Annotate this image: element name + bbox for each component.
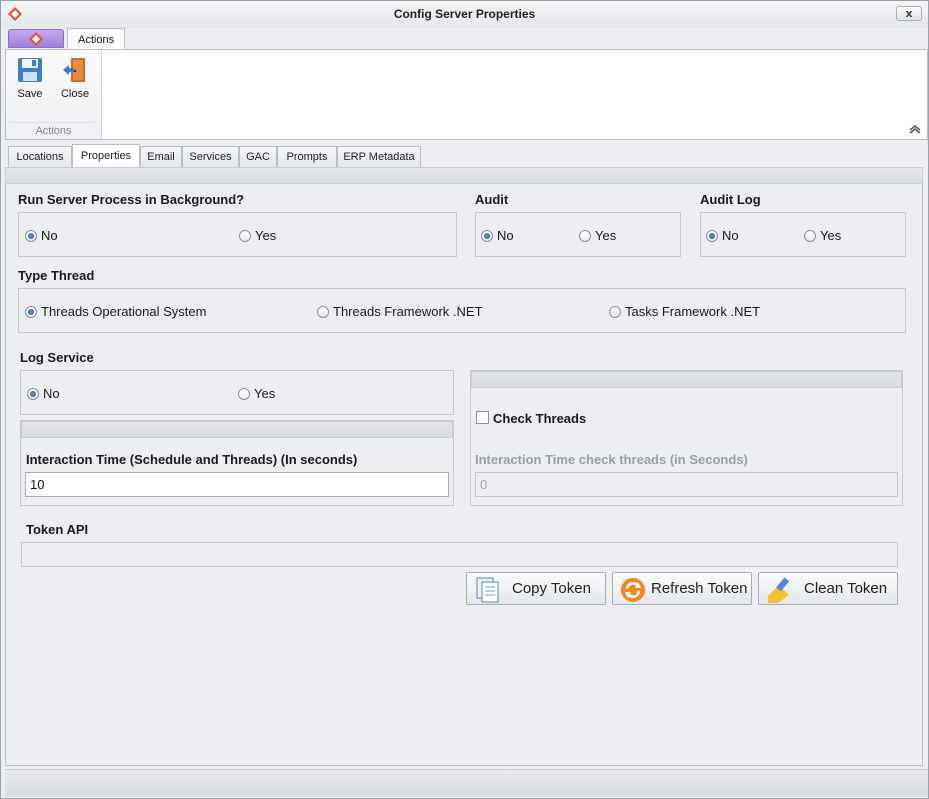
radio-empty-icon bbox=[579, 230, 591, 242]
close-button-label: Close bbox=[60, 88, 90, 100]
refresh-icon bbox=[621, 578, 645, 602]
audit-label: Audit bbox=[475, 192, 509, 207]
ribbon-group-actions: Save Close Actions bbox=[6, 50, 102, 139]
check-interval-input: 0 bbox=[475, 472, 898, 497]
tab-gac[interactable]: GAC bbox=[239, 146, 277, 168]
log-service-label: Log Service bbox=[20, 350, 94, 365]
log-service-group bbox=[20, 370, 454, 415]
chevron-up-icon[interactable] bbox=[909, 124, 921, 134]
run-background-label: Run Server Process in Background? bbox=[18, 192, 245, 207]
check-interval-label: Interaction Time check threads (in Secon… bbox=[475, 452, 748, 467]
ribbon-panel: Save Close Actions bbox=[5, 49, 928, 140]
check-threads-label: Check Threads bbox=[493, 411, 587, 426]
close-button[interactable]: Close bbox=[55, 54, 95, 106]
run-background-group bbox=[18, 212, 457, 257]
radio-selected-icon bbox=[706, 230, 718, 242]
tab-prompts[interactable]: Prompts bbox=[277, 146, 337, 168]
ribbon-tab-actions[interactable]: Actions bbox=[67, 28, 126, 50]
audit-yes-radio[interactable]: Yes bbox=[579, 228, 616, 243]
app-logo-icon bbox=[29, 32, 43, 46]
copy-token-label: Copy Token bbox=[512, 580, 591, 597]
ribbon-group-label: Actions bbox=[35, 125, 72, 137]
window-title: Config Server Properties bbox=[393, 7, 536, 21]
tab-locations[interactable]: Locations bbox=[8, 146, 72, 168]
floppy-disk-icon bbox=[18, 58, 42, 82]
log-service-yes-radio[interactable]: Yes bbox=[238, 386, 275, 401]
run-background-no-radio[interactable]: No bbox=[25, 228, 58, 243]
copy-documents-icon bbox=[476, 577, 499, 603]
token-api-input[interactable] bbox=[21, 542, 898, 567]
threads-framework-radio[interactable]: Threads Framework .NET bbox=[317, 304, 483, 319]
tab-services[interactable]: Services bbox=[182, 146, 239, 168]
check-threads-header-strip bbox=[471, 371, 902, 388]
audit-log-label: Audit Log bbox=[700, 192, 761, 207]
clean-token-button[interactable]: Clean Token bbox=[758, 572, 898, 605]
exit-door-icon bbox=[63, 58, 85, 82]
tasks-framework-radio[interactable]: Tasks Framework .NET bbox=[609, 304, 760, 319]
radio-selected-icon bbox=[481, 230, 493, 242]
radio-empty-icon bbox=[804, 230, 816, 242]
ribbon-tab-strip: Actions bbox=[1, 28, 928, 50]
log-service-no-radio[interactable]: No bbox=[27, 386, 60, 401]
interaction-time-header-strip bbox=[21, 421, 453, 438]
audit-log-yes-radio[interactable]: Yes bbox=[804, 228, 841, 243]
radio-empty-icon bbox=[239, 230, 251, 242]
refresh-token-label: Refresh Token bbox=[651, 580, 748, 597]
status-bar bbox=[5, 769, 928, 797]
radio-selected-icon bbox=[25, 230, 37, 242]
title-bar: Config Server Properties x bbox=[1, 1, 928, 28]
check-threads-checkbox[interactable] bbox=[476, 411, 489, 424]
ribbon-group-divider bbox=[10, 122, 95, 123]
radio-selected-icon bbox=[27, 388, 39, 400]
clean-token-label: Clean Token bbox=[804, 580, 888, 597]
tab-email[interactable]: Email bbox=[140, 146, 182, 168]
application-menu-button[interactable] bbox=[8, 29, 64, 48]
window-close-button[interactable]: x bbox=[896, 6, 922, 21]
threads-os-radio[interactable]: Threads Operational System bbox=[25, 304, 206, 319]
radio-empty-icon bbox=[609, 306, 621, 318]
copy-token-button[interactable]: Copy Token bbox=[466, 572, 606, 605]
eraser-brush-icon bbox=[768, 577, 790, 603]
panel-header-strip bbox=[5, 167, 923, 184]
audit-log-no-radio[interactable]: No bbox=[706, 228, 739, 243]
radio-selected-icon bbox=[25, 306, 37, 318]
save-button[interactable]: Save bbox=[10, 54, 50, 106]
save-button-label: Save bbox=[17, 88, 43, 100]
interaction-time-label: Interaction Time (Schedule and Threads) … bbox=[26, 452, 358, 467]
interaction-time-input[interactable]: 10 bbox=[25, 472, 449, 497]
tab-erp-metadata[interactable]: ERP Metadata bbox=[337, 146, 421, 168]
token-api-label: Token API bbox=[26, 522, 89, 537]
tab-properties[interactable]: Properties bbox=[72, 144, 140, 168]
type-thread-label: Type Thread bbox=[18, 268, 95, 283]
refresh-token-button[interactable]: Refresh Token bbox=[612, 572, 752, 605]
config-server-properties-window: Config Server Properties x Actions Save bbox=[0, 0, 929, 799]
radio-empty-icon bbox=[317, 306, 329, 318]
radio-empty-icon bbox=[238, 388, 250, 400]
run-background-yes-radio[interactable]: Yes bbox=[239, 228, 276, 243]
audit-no-radio[interactable]: No bbox=[481, 228, 514, 243]
